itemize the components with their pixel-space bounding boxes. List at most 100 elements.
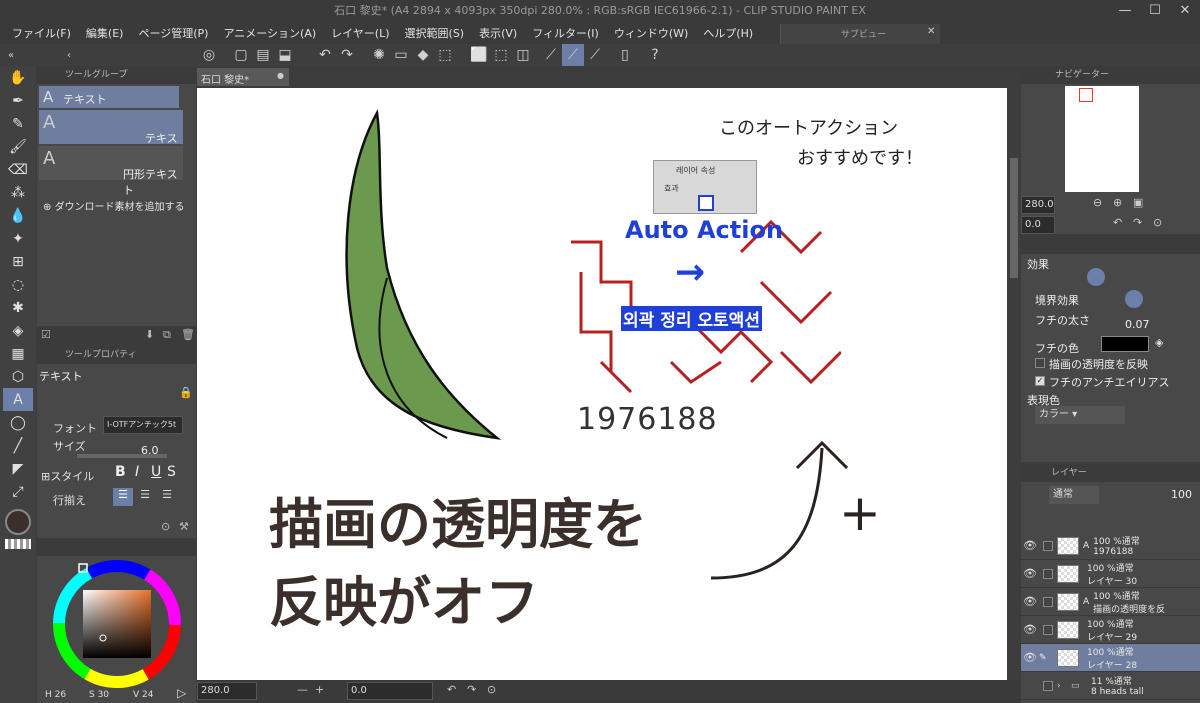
pen-icon[interactable]: ✒: [3, 89, 33, 112]
eye-icon[interactable]: 👁: [1021, 595, 1039, 608]
menu-window[interactable]: ウィンドウ(W): [614, 25, 688, 41]
lasso-icon[interactable]: ◌: [3, 273, 33, 296]
antialias-checkbox[interactable]: ✓: [1035, 376, 1045, 386]
nav-zoom-out-icon[interactable]: ⊖: [1093, 196, 1102, 209]
layer-row[interactable]: 👁 100 %通常 レイヤー 29: [1021, 616, 1200, 644]
play-icon[interactable]: ▷: [177, 686, 186, 700]
menu-file[interactable]: ファイル(F): [12, 25, 71, 41]
rotate-left-icon[interactable]: ↶: [447, 683, 456, 696]
menu-view[interactable]: 表示(V): [479, 25, 517, 41]
menu-help[interactable]: ヘルプ(H): [703, 25, 753, 41]
fill-icon[interactable]: ◆: [412, 44, 434, 66]
layer-row[interactable]: 👁 100 %通常 レイヤー 30: [1021, 560, 1200, 588]
stabilizer-active-icon[interactable]: ⟋: [562, 44, 584, 66]
clip-studio-icon[interactable]: ◎: [198, 44, 220, 66]
subtool-item-text[interactable]: A テキスト: [39, 86, 179, 108]
font-select[interactable]: I-OTFアンチック5t: [103, 416, 183, 434]
hand-icon[interactable]: ✋: [3, 66, 33, 89]
maximize-button[interactable]: ☐: [1140, 0, 1170, 22]
layer-row[interactable]: 👁 A 100 %通常 1976188: [1021, 532, 1200, 560]
rotate-right-icon[interactable]: ↷: [467, 683, 476, 696]
eraser-icon[interactable]: ⌫: [3, 158, 33, 181]
navigator-rotate-field[interactable]: 0.0: [1021, 216, 1055, 234]
expression-color-select[interactable]: カラー ▾: [1035, 406, 1125, 424]
color-wheel[interactable]: [51, 558, 183, 690]
stabilizer-strong-icon[interactable]: ⟋: [584, 44, 606, 66]
canvas[interactable]: このオートアクション おすすめです！ 레이어 속성 효과 Auto Action…: [197, 88, 1007, 680]
clear-icon[interactable]: ▭: [390, 44, 412, 66]
wand-icon[interactable]: ✱: [3, 296, 33, 319]
blend-mode-select[interactable]: 通常: [1049, 486, 1099, 504]
menu-edit[interactable]: 編集(E): [86, 25, 124, 41]
zoom-out-icon[interactable]: —: [297, 683, 308, 696]
eye-icon[interactable]: 👁: [1021, 651, 1039, 664]
download-material-link[interactable]: ⊕ ダウンロード素材を追加する: [43, 198, 185, 213]
align-right-button[interactable]: ☰: [157, 488, 177, 506]
opacity-value[interactable]: 100: [1171, 488, 1192, 501]
tab-close-icon[interactable]: ●: [277, 71, 284, 80]
invert-icon[interactable]: ◫: [512, 44, 534, 66]
layer-checkbox[interactable]: [1043, 680, 1053, 691]
align-left-button[interactable]: ☰: [113, 488, 133, 506]
stabilizer-icon[interactable]: ⟋: [540, 44, 562, 66]
border-effect-button[interactable]: [1087, 268, 1105, 286]
canvas-vscroll-thumb[interactable]: [1010, 158, 1018, 278]
open-file-icon[interactable]: ▤: [252, 44, 274, 66]
canvas-vscroll[interactable]: [1008, 88, 1020, 680]
folder-expand-icon[interactable]: ›: [1057, 681, 1071, 691]
size-slider[interactable]: [77, 454, 167, 458]
reset-rotate-icon[interactable]: ⊙: [487, 683, 496, 696]
border-color-swatch[interactable]: [1101, 336, 1149, 352]
gradient-icon[interactable]: ▦: [3, 342, 33, 365]
sub-view-tab[interactable]: サブビュー ✕: [780, 24, 940, 44]
layer-checkbox[interactable]: [1043, 568, 1053, 579]
menu-animation[interactable]: アニメーション(A): [223, 25, 316, 41]
grid-icon[interactable]: ⊞: [3, 250, 33, 273]
layer-checkbox[interactable]: [1043, 596, 1053, 607]
redo-icon[interactable]: ↷: [336, 44, 358, 66]
fill-bucket-icon[interactable]: ◈: [1155, 336, 1163, 349]
transparency-checkbox[interactable]: [1035, 358, 1045, 368]
document-tab[interactable]: 石口 黎史* ●: [197, 68, 289, 86]
transparent-color-icon[interactable]: [5, 539, 31, 549]
zoom-in-icon[interactable]: +: [315, 683, 324, 696]
select-all-icon[interactable]: ⬜: [468, 44, 490, 66]
fill-bucket-icon[interactable]: ◈: [3, 319, 33, 342]
settings-icon[interactable]: ☑: [41, 328, 51, 341]
align-center-button[interactable]: ☰: [135, 488, 155, 506]
minimize-button[interactable]: —: [1110, 0, 1140, 22]
italic-button[interactable]: I: [135, 464, 139, 480]
main-color-swatch[interactable]: [5, 509, 31, 535]
nav-zoom-in-icon[interactable]: ⊕: [1113, 196, 1122, 209]
subtool-item-text-2[interactable]: A テキスト: [39, 110, 183, 161]
subtool-item-circular-text[interactable]: A 円形テキスト: [39, 146, 183, 197]
nav-rotate-right-icon[interactable]: ↷: [1133, 216, 1142, 229]
layer-row[interactable]: › ▭ 11 %通常 8 heads tall: [1021, 672, 1200, 700]
copy-icon[interactable]: ⧉: [163, 328, 171, 342]
menu-page[interactable]: ページ管理(P): [138, 25, 208, 41]
angle-field[interactable]: 0.0: [347, 682, 433, 700]
menu-filter[interactable]: フィルター(I): [532, 25, 599, 41]
strike-button[interactable]: S: [167, 464, 176, 480]
navigator-viewport[interactable]: [1079, 88, 1093, 102]
line-icon[interactable]: ╱: [3, 434, 33, 457]
menu-selection[interactable]: 選択範囲(S): [405, 25, 465, 41]
reset-icon[interactable]: ⊙: [161, 520, 170, 533]
pencil-icon[interactable]: ✎: [3, 112, 33, 135]
navigator-preview[interactable]: [1065, 86, 1139, 192]
layer-row-selected[interactable]: 👁 ✎ 100 %通常 レイヤー 28: [1021, 644, 1200, 672]
blend-icon[interactable]: 💧: [3, 204, 33, 227]
correct-line-icon[interactable]: ◤: [3, 457, 33, 480]
save-icon[interactable]: ⬓: [274, 44, 296, 66]
sub-view-close-icon[interactable]: ✕: [927, 26, 935, 37]
sparkle-icon[interactable]: ✦: [3, 227, 33, 250]
trash-icon[interactable]: 🗑: [181, 328, 195, 341]
balloon-icon[interactable]: ◯: [3, 411, 33, 434]
eye-icon[interactable]: 👁: [1021, 539, 1039, 552]
device-icon[interactable]: ▯: [614, 44, 636, 66]
lock-icon[interactable]: 🔒: [179, 386, 193, 399]
eye-icon[interactable]: 👁: [1021, 567, 1039, 580]
eye-icon[interactable]: 👁: [1021, 623, 1039, 636]
underline-button[interactable]: U: [151, 464, 161, 480]
deselect-icon[interactable]: ⬚: [490, 44, 512, 66]
